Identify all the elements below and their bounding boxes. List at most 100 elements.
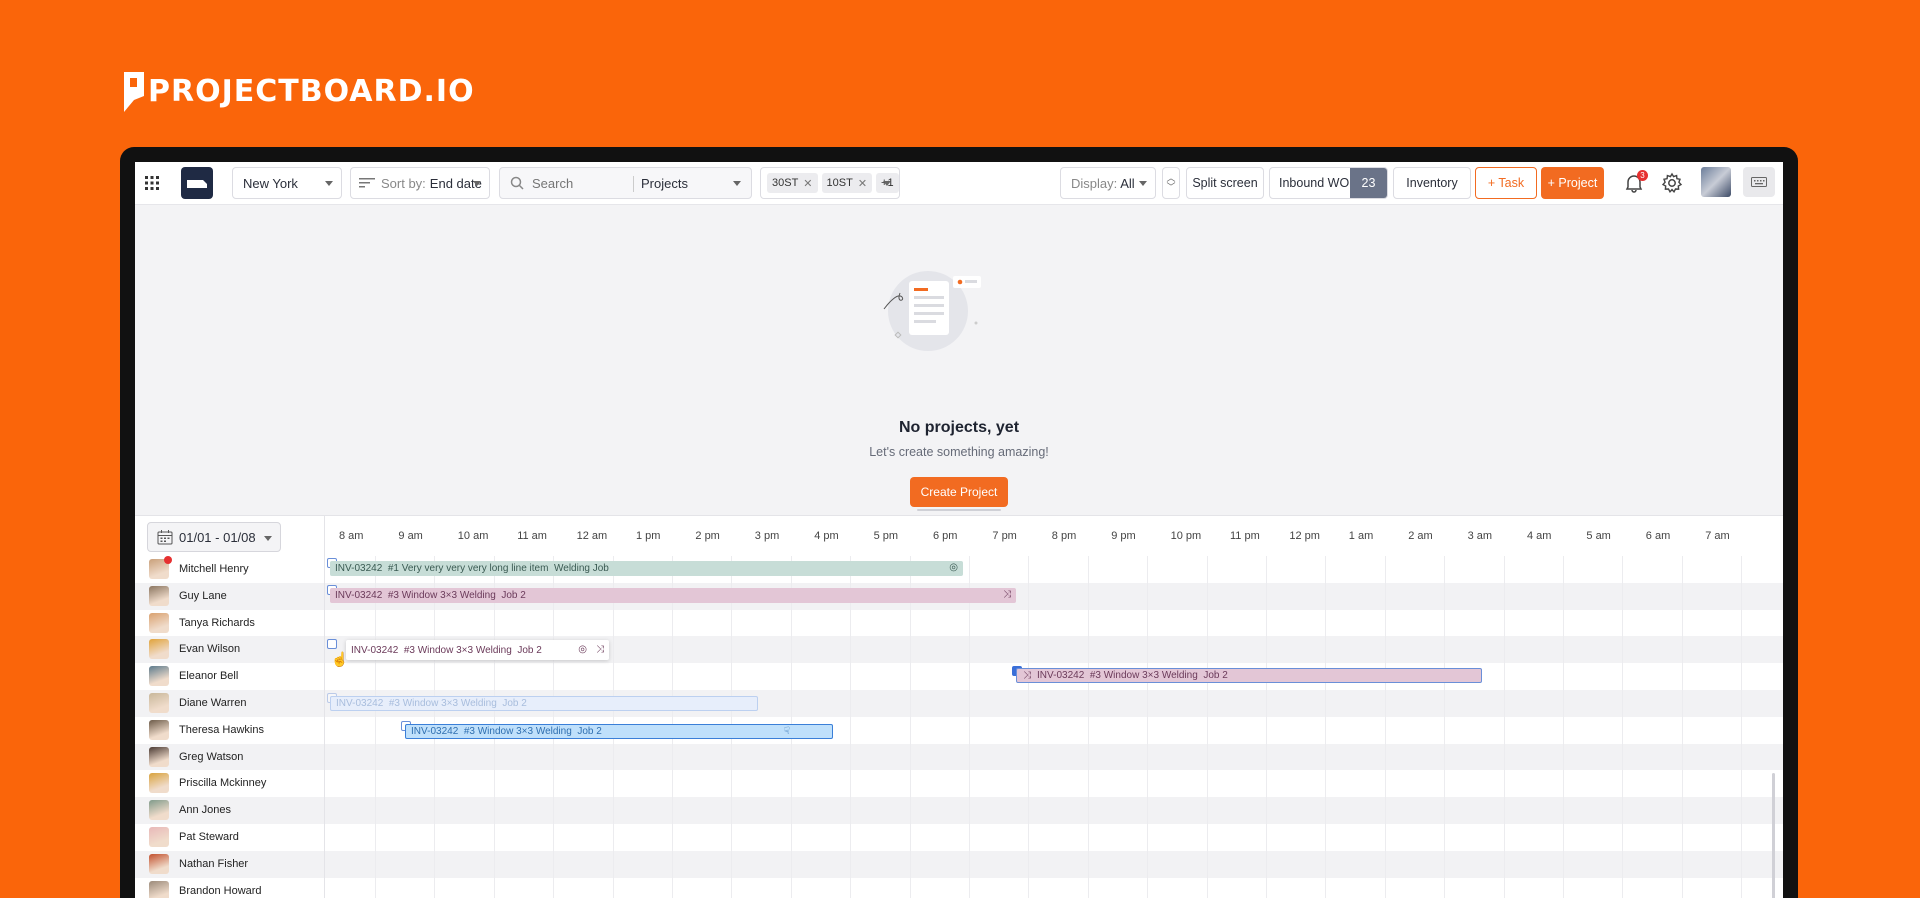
- timeline-bar-selected[interactable]: ⤨ INV-03242 #3 Window 3×3 Welding Job 2: [1016, 668, 1482, 683]
- hour-label: 5 am: [1586, 530, 1611, 542]
- person-row[interactable]: Eleanor Bell: [149, 663, 238, 689]
- close-icon[interactable]: ✕: [858, 177, 867, 190]
- hour-label: 12 pm: [1289, 530, 1320, 542]
- hour-gridline: [1681, 556, 1683, 898]
- hour-label: 3 am: [1467, 530, 1493, 542]
- display-select[interactable]: Display: All: [1060, 167, 1156, 199]
- user-avatar[interactable]: [1701, 167, 1731, 197]
- empty-title: No projects, yet: [898, 419, 1020, 436]
- split-screen-button[interactable]: Split screen: [1186, 167, 1264, 199]
- hour-gridline: [850, 556, 852, 898]
- person-row[interactable]: Greg Watson: [149, 744, 243, 770]
- timeline-bar[interactable]: INV-03242 #3 Window 3×3 Welding Job 2 ⤨: [330, 588, 1016, 603]
- hour-gridline: [1444, 556, 1446, 898]
- timeline-bar-ghost: INV-03242 #3 Window 3×3 Welding Job 2: [330, 696, 758, 711]
- avatar: [149, 556, 172, 579]
- expand-collapse-toggle[interactable]: ︿ ﹀: [1162, 167, 1180, 199]
- timeline-bar[interactable]: INV-03242 #1 Very very very very long li…: [330, 561, 963, 576]
- person-name: Pat Steward: [179, 831, 239, 843]
- display-value: All: [1120, 175, 1135, 191]
- person-row[interactable]: Brandon Howard: [149, 878, 262, 898]
- hand-cursor-icon: ☟: [783, 726, 790, 737]
- filter-chip[interactable]: 10ST ✕: [821, 173, 873, 193]
- person-row[interactable]: Priscilla Mckinney: [149, 770, 266, 796]
- empty-document-illustration: [880, 263, 990, 363]
- filter-chips: 30ST ✕ 10ST ✕ +1: [760, 167, 900, 199]
- person-row[interactable]: Mitchell Henry: [149, 556, 249, 582]
- hour-gridline: [1325, 556, 1327, 898]
- person-row[interactable]: Nathan Fisher: [149, 851, 248, 877]
- top-toolbar: New York Sort by: End date Projects 30ST…: [135, 162, 1783, 205]
- inventory-button[interactable]: Inventory: [1393, 167, 1471, 199]
- hour-gridline: [909, 556, 911, 898]
- avatar: [149, 827, 169, 847]
- company-logo[interactable]: [181, 167, 213, 199]
- person-name: Priscilla Mckinney: [179, 777, 267, 790]
- hour-label: 7 pm: [992, 530, 1017, 542]
- hour-label: 2 am: [1408, 530, 1433, 542]
- timeline-bar-dragging[interactable]: INV-03242 #3 Window 3×3 Welding Job 2 ◎ …: [346, 640, 609, 660]
- date-range-select[interactable]: 01/01 - 01/08: [147, 522, 281, 552]
- target-icon[interactable]: ◎: [578, 644, 587, 655]
- close-icon[interactable]: ✕: [803, 177, 812, 190]
- person-row[interactable]: Pat Steward: [149, 824, 239, 850]
- sort-icon: [359, 178, 375, 188]
- app-screen: New York Sort by: End date Projects 30ST…: [135, 162, 1783, 898]
- bell-icon[interactable]: 3: [1622, 167, 1648, 199]
- inbound-wo-button[interactable]: Inbound WO 23: [1269, 167, 1388, 199]
- location-select[interactable]: New York: [232, 167, 342, 199]
- person-name: Eleanor Bell: [179, 670, 239, 683]
- hour-label: 7 am: [1705, 530, 1730, 542]
- person-name: Ann Jones: [179, 804, 231, 817]
- chevron-down-icon: [883, 181, 891, 186]
- shuffle-icon[interactable]: ⤨: [596, 644, 604, 655]
- timeline-bar[interactable]: INV-03242 #3 Window 3×3 Welding Job 2 ☟: [405, 724, 833, 739]
- person-name: Mitchell Henry: [179, 563, 249, 575]
- add-project-button[interactable]: + Project: [1541, 167, 1604, 199]
- person-row[interactable]: Ann Jones: [149, 797, 231, 823]
- filter-chip[interactable]: 30ST ✕: [767, 173, 818, 193]
- date-range-value: 01/01 - 01/08: [179, 529, 256, 545]
- search-scope-select[interactable]: Projects: [641, 176, 688, 191]
- person-row[interactable]: Tanya Richards: [149, 610, 255, 636]
- hour-gridline: [1147, 556, 1149, 898]
- shuffle-icon[interactable]: ⤨: [1023, 670, 1031, 681]
- location-value: New York: [243, 175, 298, 191]
- apps-grid-icon[interactable]: [145, 167, 163, 199]
- inbound-count-badge: 23: [1350, 168, 1387, 198]
- hour-gridline: [1741, 556, 1743, 898]
- search-input[interactable]: [532, 175, 632, 191]
- hand-cursor-icon: ☝: [331, 651, 349, 667]
- keyboard-icon[interactable]: [1743, 167, 1775, 197]
- avatar: [149, 666, 169, 687]
- avatar: [149, 746, 169, 767]
- person-row[interactable]: Evan Wilson: [149, 636, 240, 662]
- avatar: [149, 693, 169, 713]
- person-name: Theresa Hawkins: [179, 723, 264, 736]
- gear-icon[interactable]: [1660, 167, 1684, 199]
- person-name: Greg Watson: [179, 750, 244, 763]
- add-task-button[interactable]: + Task: [1475, 167, 1537, 199]
- vertical-scrollbar[interactable]: [1772, 773, 1775, 898]
- hour-label: 2 pm: [695, 530, 720, 542]
- row-checkbox[interactable]: [327, 639, 337, 649]
- person-row[interactable]: Diane Warren: [149, 690, 246, 716]
- hour-gridline: [1206, 556, 1208, 898]
- person-name: Diane Warren: [179, 697, 247, 709]
- avatar: [149, 719, 169, 740]
- create-project-button[interactable]: Create Project: [910, 477, 1008, 507]
- avatar: [149, 639, 169, 660]
- logo-flag-icon: [122, 70, 146, 114]
- sort-select[interactable]: Sort by: End date: [350, 167, 490, 199]
- target-icon[interactable]: ◎: [949, 562, 958, 573]
- hour-gridline: [1384, 556, 1386, 898]
- avatar: [149, 800, 169, 821]
- hour-gridline: [1266, 556, 1267, 898]
- person-row[interactable]: Guy Lane: [149, 583, 227, 609]
- resize-handle[interactable]: [917, 509, 1001, 511]
- person-row[interactable]: Theresa Hawkins: [149, 717, 264, 743]
- shuffle-icon[interactable]: ⤨: [1003, 589, 1011, 600]
- empty-state: No projects, yet Let's create something …: [135, 205, 1783, 523]
- chevron-down-icon: [1139, 181, 1147, 186]
- avatar: [149, 773, 169, 794]
